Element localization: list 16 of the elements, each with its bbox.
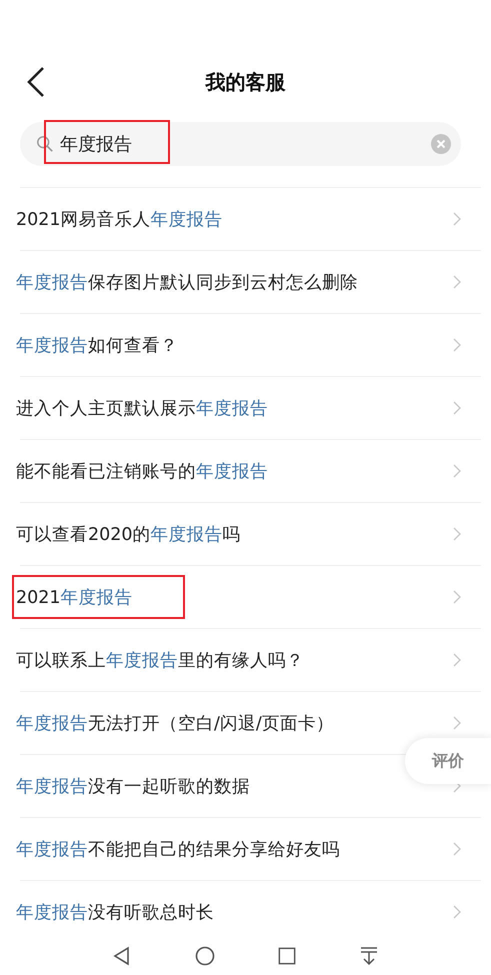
- page-title: 我的客服: [206, 68, 286, 96]
- result-item[interactable]: 2021年度报告: [12, 575, 185, 619]
- result-item[interactable]: 进入个人主页默认展示年度报告: [12, 386, 272, 430]
- result-item[interactable]: 年度报告保存图片默认同步到云村怎么删除: [12, 260, 362, 304]
- result-item[interactable]: 能不能看已注销账号的年度报告: [12, 449, 272, 493]
- result-item[interactable]: 2021网易音乐人年度报告: [12, 197, 227, 241]
- result-item[interactable]: 可以查看2020的年度报告吗: [12, 512, 245, 556]
- result-item[interactable]: 可以联系上年度报告里的有缘人吗？: [12, 638, 308, 682]
- search-field[interactable]: 年度报告: [20, 122, 461, 166]
- rate-button[interactable]: 评价: [405, 738, 491, 784]
- result-item[interactable]: 年度报告不能把自己的结果分享给好友吗: [12, 827, 344, 871]
- search-text: 年度报告: [60, 133, 133, 156]
- result-item[interactable]: 年度报告如何查看？: [12, 323, 182, 367]
- result-item[interactable]: 年度报告无法打开（空白/闪退/页面卡）: [12, 701, 338, 745]
- result-item[interactable]: 年度报告没有一起听歌的数据: [12, 764, 254, 808]
- result-item[interactable]: 年度报告没有听歌总时长: [12, 890, 218, 934]
